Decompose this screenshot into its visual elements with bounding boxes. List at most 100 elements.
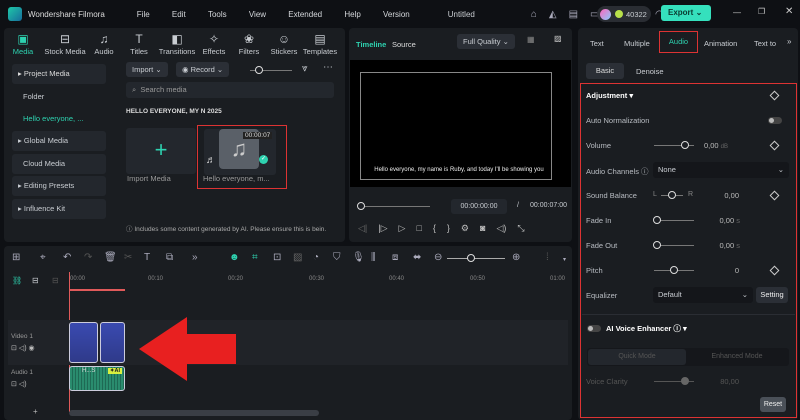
add-track-icon[interactable]: ⊟ [32, 276, 39, 285]
tab-audio[interactable]: ♫ Audio [84, 32, 124, 56]
crop-icon[interactable]: ⧉ [166, 252, 173, 263]
subtab-basic[interactable]: Basic [586, 63, 624, 79]
fit-icon[interactable]: ⬌ [413, 252, 421, 263]
tab-transitions[interactable]: ◧ Transitions [157, 32, 197, 56]
import-media-tile[interactable]: + [126, 128, 196, 174]
tab-stickers[interactable]: ☺ Stickers [264, 32, 304, 56]
adjustment-header[interactable]: Adjustment ▾ [586, 91, 633, 100]
sidebar-editing-presets[interactable]: ▸ Editing Presets [12, 176, 106, 196]
quality-dropdown[interactable]: Full Quality ⌄ [457, 34, 515, 49]
sidebar-cloud-media[interactable]: Cloud Media [12, 154, 106, 174]
zoom-in-icon[interactable]: ⊕ [512, 252, 520, 263]
layout-grid-icon[interactable]: ⊞ [12, 252, 20, 263]
prop-tab-text-to[interactable]: Text to [754, 39, 776, 48]
timeline-zoom-slider[interactable] [447, 254, 505, 262]
credits-badge[interactable]: 40322 [597, 6, 651, 22]
close-icon[interactable]: ✕ [785, 6, 793, 17]
audio-track-icons[interactable]: ⊡ ◁) [11, 380, 27, 388]
volume-icon[interactable]: ◁) [496, 223, 506, 234]
subtab-denoise[interactable]: Denoise [636, 67, 664, 76]
menu-help[interactable]: Help [344, 10, 360, 19]
fade-in-slider[interactable] [653, 216, 694, 224]
sound-balance-slider[interactable] [661, 191, 683, 199]
more-tools-icon[interactable]: » [192, 252, 198, 263]
quick-mode-button[interactable]: Quick Mode [588, 349, 686, 365]
tab-stock-media[interactable]: ⊟ Stock Media [43, 32, 87, 56]
redo-icon[interactable]: ↷ [84, 252, 92, 263]
speed-icon[interactable]: ◔ [313, 252, 319, 263]
prop-tab-audio[interactable]: Audio [659, 31, 698, 53]
prop-tab-multiple[interactable]: Multiple [624, 39, 650, 48]
prop-tab-animation[interactable]: Animation [704, 39, 737, 48]
text-tool-icon[interactable]: T [144, 252, 150, 263]
next-frame-icon[interactable]: |▷ [378, 223, 387, 234]
sticker-add-icon[interactable]: ⊡ [273, 252, 281, 263]
tab-filters[interactable]: ❀ Filters [229, 32, 269, 56]
fade-out-slider[interactable] [653, 241, 694, 249]
tab-timeline[interactable]: Timeline [356, 40, 386, 49]
export-button[interactable]: Export ⌄ [661, 5, 711, 21]
minimize-icon[interactable]: — [733, 8, 741, 17]
prop-tab-text[interactable]: Text [590, 39, 604, 48]
mark-out-icon[interactable]: } [447, 223, 450, 234]
search-media-input[interactable]: ⌕ Search media [126, 82, 334, 98]
more-icon[interactable]: ⋯ [323, 62, 333, 73]
equalizer-dropdown[interactable]: Default ⌄ [653, 287, 753, 303]
video-clip[interactable] [69, 322, 98, 363]
video-track-icons[interactable]: ⊡ ◁) ◉ [11, 344, 35, 352]
sidebar-hello-everyone[interactable]: Hello everyone, ... [12, 109, 106, 129]
menu-view[interactable]: View [249, 10, 266, 19]
tab-titles[interactable]: T Titles [119, 32, 159, 56]
audio-clip[interactable]: H...S ✦AI [69, 366, 125, 391]
camera-icon[interactable]: ◙ [480, 223, 485, 234]
megaphone-icon[interactable]: ◭ [549, 9, 557, 20]
track-manage-icon[interactable]: ⊟ [52, 276, 59, 285]
render-icon[interactable]: ⚙ [461, 223, 469, 234]
auto-normalization-toggle[interactable] [768, 117, 782, 124]
filter-icon[interactable]: ⩔ [302, 63, 308, 74]
track-height-icon[interactable]: ⁞ [546, 252, 549, 263]
grid-icon[interactable]: ▦ [527, 35, 535, 44]
tab-templates[interactable]: ▤ Templates [300, 32, 340, 56]
undo-icon[interactable]: ↶ [63, 252, 71, 263]
menu-version[interactable]: Version [383, 10, 410, 19]
menu-file[interactable]: File [137, 10, 150, 19]
audio-channels-dropdown[interactable]: None ⌄ [653, 162, 789, 178]
ai-face-icon[interactable]: ☻ [229, 252, 240, 263]
voice-clarity-slider[interactable] [654, 377, 694, 385]
shield-icon[interactable]: ⛉ [333, 252, 341, 263]
menu-extended[interactable]: Extended [288, 10, 322, 19]
microphone-icon[interactable]: 🎙 [352, 252, 365, 263]
sidebar-global-media[interactable]: ▸ Global Media [12, 131, 106, 151]
equalizer-setting-button[interactable]: Setting [756, 287, 788, 303]
image-icon[interactable]: ▨ [293, 252, 302, 263]
stop-icon[interactable]: □ [416, 223, 421, 234]
thumbnail-size-slider[interactable] [250, 66, 292, 74]
tasks-icon[interactable]: ▤ [569, 9, 578, 20]
media-clip-tile[interactable]: ♫ 00:00:07 ♬ ✓ Hello everyone, m... [197, 125, 287, 189]
import-dropdown[interactable]: Import ⌄ [126, 62, 168, 77]
ai-voice-toggle[interactable] [587, 325, 601, 332]
delete-icon[interactable]: 🗑 [104, 252, 117, 263]
gift-icon[interactable]: ⌂ [531, 9, 537, 20]
zoom-out-icon[interactable]: ⊖ [434, 252, 442, 263]
record-dropdown[interactable]: ◉ Record ⌄ [176, 62, 230, 77]
previous-frame-icon[interactable]: ◁| [358, 223, 367, 234]
cut-icon[interactable]: ✂ [124, 252, 132, 263]
tab-effects[interactable]: ✧ Effects [194, 32, 234, 56]
menu-tools[interactable]: Tools [208, 10, 227, 19]
pitch-slider[interactable] [654, 266, 694, 274]
sidebar-project-media[interactable]: ▸ Project Media [12, 64, 106, 84]
ai-cut-icon[interactable]: ⌗ [252, 252, 258, 263]
dropdown-icon[interactable]: ▾ [563, 256, 566, 263]
enhanced-mode-button[interactable]: Enhanced Mode [688, 349, 786, 365]
mark-in-icon[interactable]: { [433, 223, 436, 234]
add-track-plus-icon[interactable]: + [33, 407, 38, 416]
more-tabs-icon[interactable]: » [787, 37, 791, 46]
mixer-icon[interactable]: ⫼ [371, 252, 376, 263]
tab-source[interactable]: Source [392, 40, 416, 49]
play-icon[interactable]: ▷ [399, 223, 406, 234]
replace-icon[interactable]: ⧈ [392, 252, 398, 263]
sidebar-folder[interactable]: Folder [12, 87, 106, 107]
horizontal-scrollbar[interactable] [69, 410, 319, 416]
